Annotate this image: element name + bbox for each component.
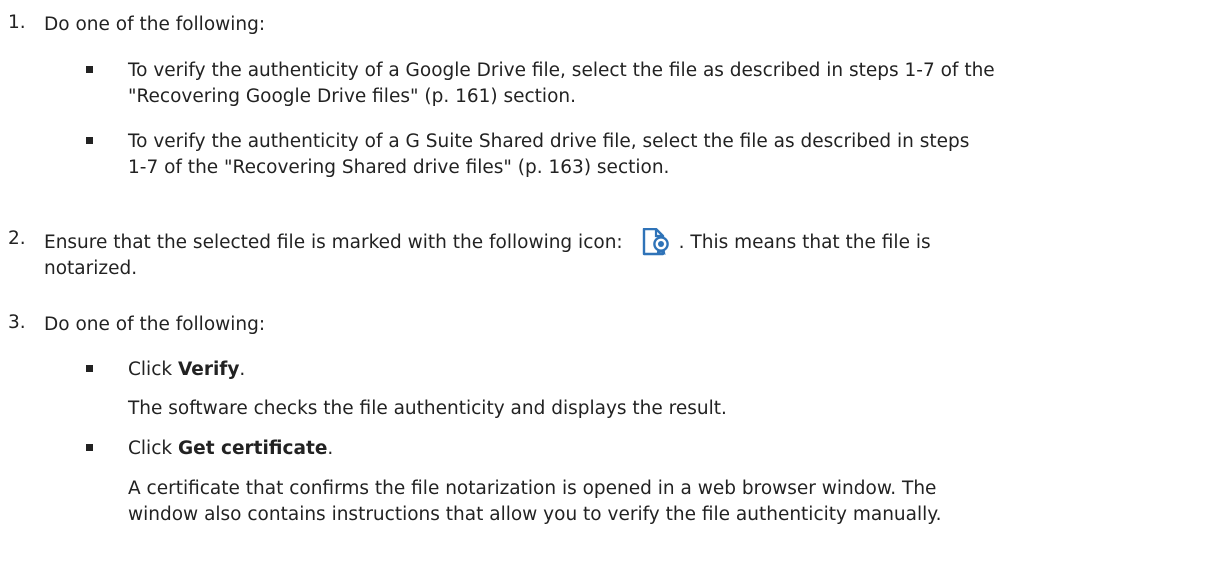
bullet-square-icon: [86, 137, 93, 144]
bullet-prefix: Click: [128, 359, 178, 380]
detail-line: window also contains instructions that a…: [128, 504, 942, 525]
step-number: 3.: [8, 312, 26, 333]
get-certificate-label: Get certificate: [177, 438, 328, 459]
bullet-verify: Click Verify.: [86, 357, 1214, 383]
step-number: 2.: [8, 228, 26, 249]
bullet-line: "Recovering Google Drive files" (p. 161)…: [128, 86, 576, 107]
bullet-line: To verify the authenticity of a Google D…: [128, 60, 995, 81]
bullet-shared-drive: To verify the authenticity of a G Suite …: [86, 129, 1214, 181]
certificate-detail: A certificate that confirms the file not…: [128, 476, 1214, 528]
bullet-suffix: .: [239, 359, 246, 380]
detail-line: A certificate that confirms the file not…: [128, 478, 937, 499]
step-text: Do one of the following:: [44, 14, 266, 35]
bullet-line: To verify the authenticity of a G Suite …: [128, 131, 970, 152]
document-page: 1. Do one of the following: To verify th…: [0, 0, 1222, 570]
step-text: . This means that the file is: [678, 232, 931, 253]
step-number: 1.: [8, 12, 26, 33]
bullet-square-icon: [86, 66, 93, 73]
step-text: Do one of the following:: [44, 314, 266, 335]
verify-label: Verify: [177, 359, 240, 380]
step-text: notarized.: [44, 258, 138, 279]
verify-detail: The software checks the file authenticit…: [128, 398, 727, 419]
bullet-google-drive: To verify the authenticity of a Google D…: [86, 58, 1214, 110]
bullet-square-icon: [86, 365, 93, 372]
bullet-line: 1-7 of the "Recovering Shared drive file…: [128, 157, 670, 178]
bullet-prefix: Click: [128, 438, 178, 459]
bullet-square-icon: [86, 444, 93, 451]
bullet-get-certificate: Click Get certificate.: [86, 436, 1214, 462]
bullet-suffix: .: [327, 438, 334, 459]
step-text: Ensure that the selected file is marked …: [44, 232, 623, 253]
notarized-file-icon: [641, 227, 671, 256]
